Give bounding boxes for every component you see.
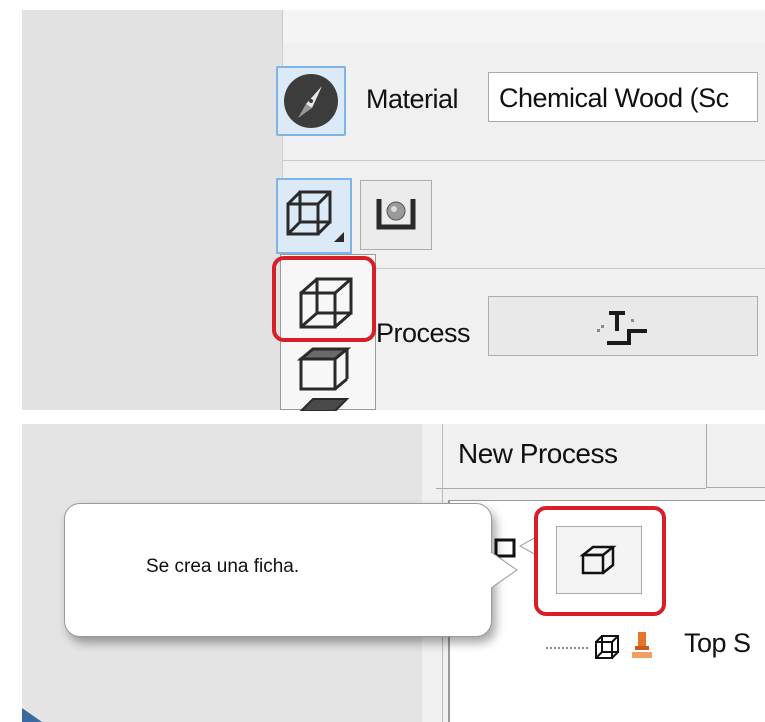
compass-sphere-icon (284, 74, 338, 128)
tab-new-process[interactable]: New Process (458, 438, 618, 470)
divider (370, 268, 765, 269)
process-label: Process (376, 318, 471, 348)
viewport-corner-shape (22, 708, 42, 722)
highlight-box-stock-option (272, 256, 376, 342)
solid-box-icon (298, 398, 350, 412)
process-button[interactable] (488, 296, 758, 356)
viewport-area (22, 10, 283, 410)
machining-tool-icon (632, 632, 652, 658)
shaded-box-icon (296, 347, 352, 391)
callout-pointer (491, 551, 518, 589)
stock-type-dropdown-button[interactable] (276, 178, 352, 254)
cylinder-stock-icon (376, 199, 416, 230)
box-stock-solid-menu-item[interactable] (295, 395, 361, 416)
box-stock-shaded-menu-item[interactable] (295, 347, 361, 396)
material-button[interactable] (276, 66, 346, 136)
material-select-value: Chemical Wood (Sc (499, 83, 729, 113)
highlight-box-new-tab (534, 506, 666, 616)
toolpath-step-icon (597, 311, 647, 345)
callout-text: Se crea una ficha. (146, 556, 300, 577)
material-label: Material (366, 84, 459, 114)
material-select[interactable]: Chemical Wood (Sc (488, 72, 758, 122)
tree-item-top-surface[interactable]: Top S (684, 628, 751, 659)
wireframe-box-icon (595, 635, 619, 659)
wireframe-box-icon (286, 190, 344, 242)
tab-underline (436, 488, 706, 489)
divider (282, 160, 765, 161)
tab-next[interactable] (706, 424, 765, 488)
tree-connector (546, 632, 652, 659)
cylinder-stock-button[interactable] (360, 180, 432, 250)
